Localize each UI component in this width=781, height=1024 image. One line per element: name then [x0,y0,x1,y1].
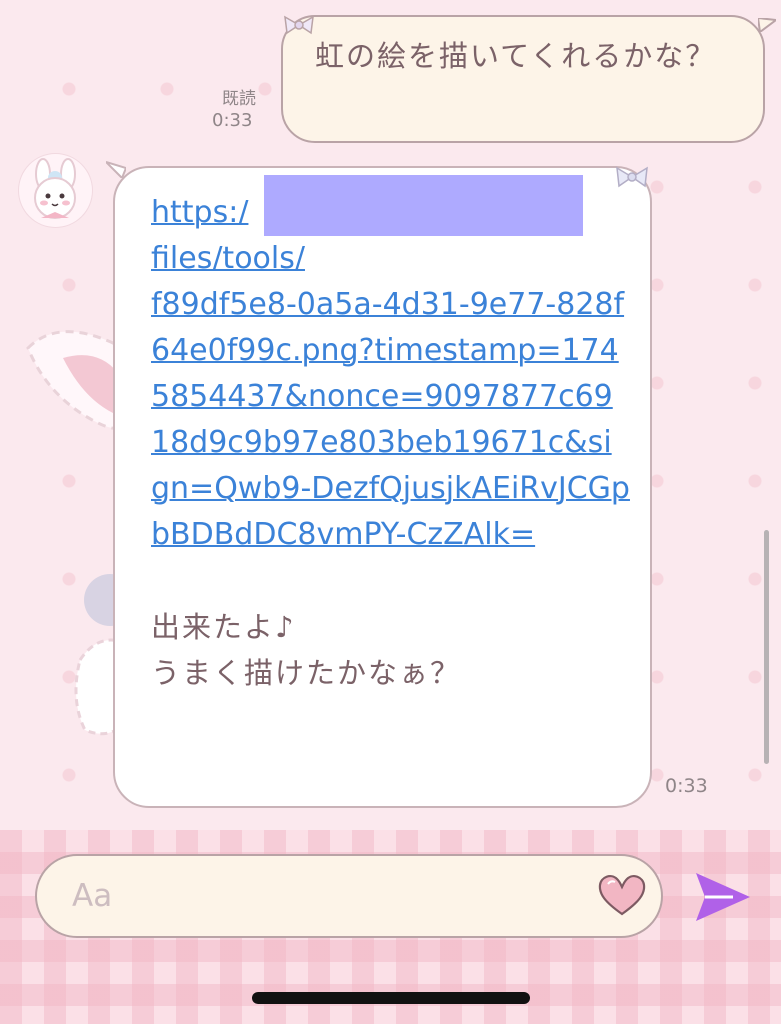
heart-icon[interactable] [597,872,647,918]
bubble-tail [758,18,776,32]
redaction-block [264,175,583,236]
scrollbar[interactable] [764,530,769,764]
incoming-message-text: 出来たよ♪ うまく描けたかなぁ？ [151,610,462,690]
bubble-tail [106,161,126,178]
outgoing-timestamp: 0:33 [212,110,253,131]
bunny-avatar-icon [34,158,76,219]
incoming-bubble[interactable]: https:/ files/tools/ f89df5e8-0a5a-4d31-… [113,166,652,808]
outgoing-bubble[interactable]: 虹の絵を描いてくれるかな？ [281,15,765,143]
outgoing-message-text: 虹の絵を描いてくれるかな？ [315,39,717,73]
avatar[interactable] [19,154,92,227]
message-input-placeholder: Aa [72,878,113,914]
message-input[interactable] [35,854,663,938]
outgoing-message: 虹の絵を描いてくれるかな？ 既読 0:33 [0,0,781,160]
home-indicator [252,992,530,1004]
send-icon[interactable] [693,868,753,926]
bow-icon [284,15,314,35]
bow-icon [616,166,648,188]
image-link[interactable]: https:/ files/tools/ f89df5e8-0a5a-4d31-… [151,190,630,558]
read-receipt: 既読 [222,89,256,109]
incoming-timestamp: 0:33 [665,775,708,797]
